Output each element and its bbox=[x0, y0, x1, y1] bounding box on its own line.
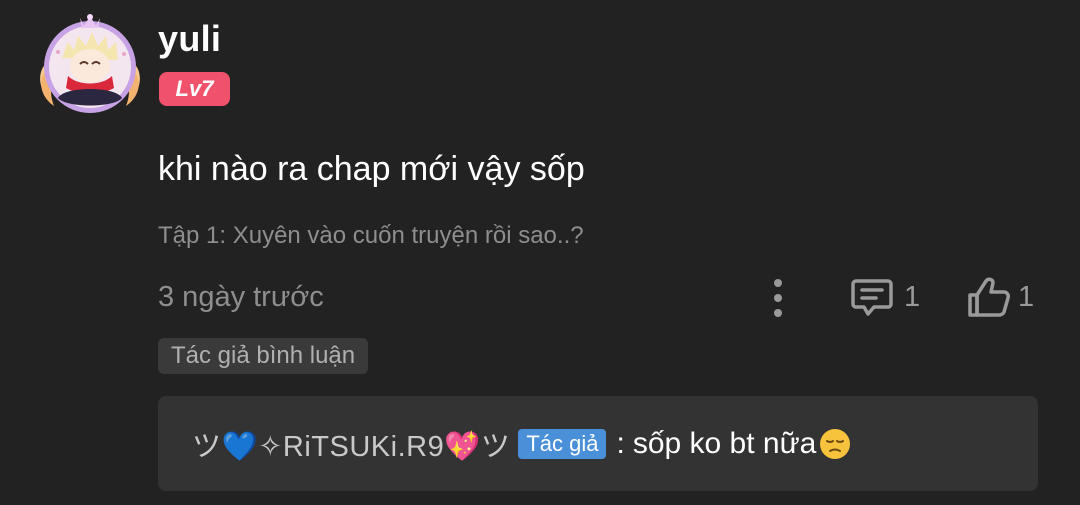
author-badge: Tác giả bbox=[518, 429, 607, 459]
timestamp: 3 ngày trước bbox=[158, 281, 324, 313]
thumbs-up-icon bbox=[968, 277, 1010, 317]
avatar[interactable] bbox=[34, 12, 146, 118]
like-count: 1 bbox=[1018, 280, 1035, 313]
level-badge: Lv7 bbox=[159, 72, 230, 106]
avatar-frame-icon bbox=[40, 14, 140, 113]
chapter-link[interactable]: Tập 1: Xuyên vào cuốn truyện rồi sao..? bbox=[158, 222, 584, 250]
reply-text: sốp ko bt nữa bbox=[632, 427, 817, 460]
comment-icon bbox=[851, 279, 893, 316]
comment-item: yuli Lv7 khi nào ra chap mới vậy sốp Tập… bbox=[0, 0, 1080, 505]
reply-preview[interactable]: ツ💙✧RiTSUKi.R9💖ツ Tác giả : sốp ko bt nữa bbox=[158, 396, 1038, 491]
reply-line: ツ💙✧RiTSUKi.R9💖ツ Tác giả : sốp ko bt nữa bbox=[192, 424, 852, 464]
comment-text: khi nào ra chap mới vậy sốp bbox=[158, 150, 585, 188]
pensive-face-emoji-icon bbox=[820, 429, 851, 459]
reply-count: 1 bbox=[904, 280, 921, 313]
author-commented-tag: Tác giả bình luận bbox=[158, 338, 369, 374]
more-vertical-icon bbox=[774, 279, 782, 287]
more-options-button[interactable] bbox=[762, 276, 794, 320]
reply-separator: : bbox=[616, 427, 625, 460]
username[interactable]: yuli bbox=[158, 18, 221, 60]
reply-button[interactable]: 1 bbox=[850, 274, 920, 320]
reply-author-name[interactable]: ツ💙✧RiTSUKi.R9💖ツ bbox=[192, 423, 510, 465]
like-button[interactable]: 1 bbox=[966, 274, 1034, 320]
